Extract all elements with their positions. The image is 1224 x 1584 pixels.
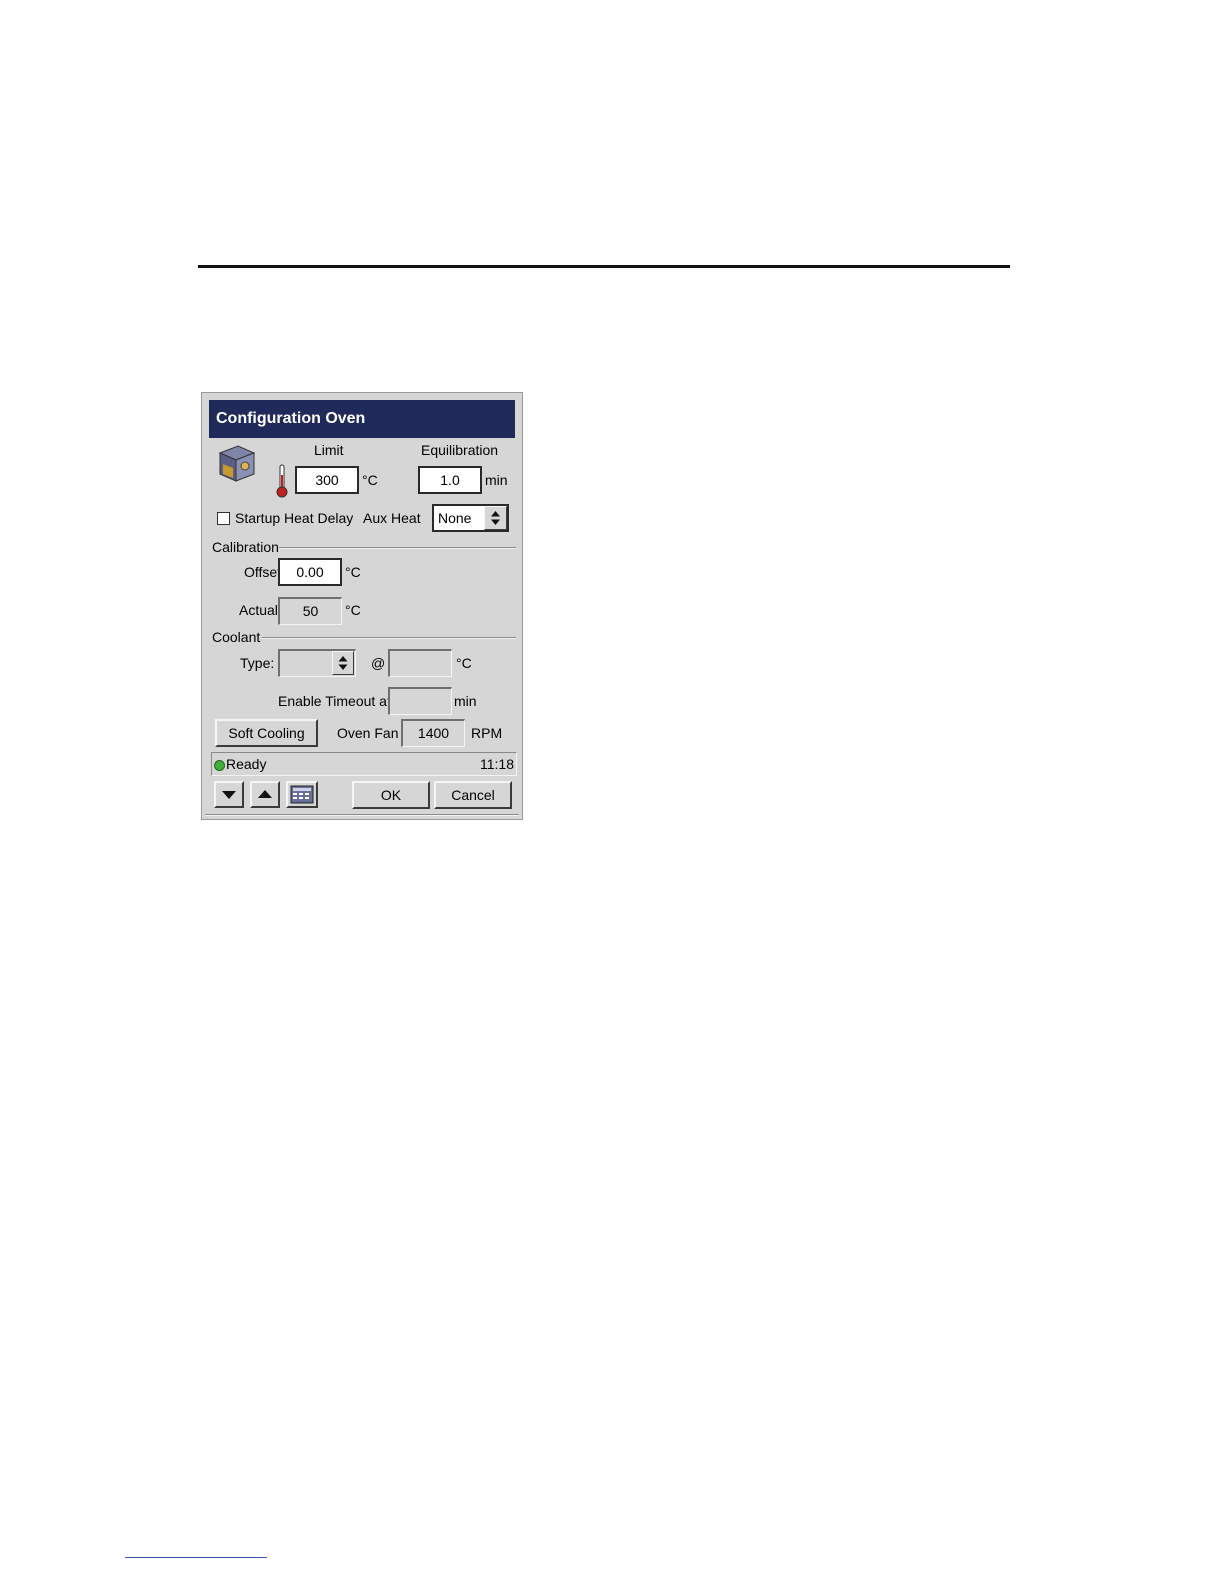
keypad-icon — [290, 785, 314, 804]
coolant-temp-input[interactable] — [388, 649, 452, 677]
ok-button[interactable]: OK — [352, 781, 430, 809]
status-bar: Ready 11:18 — [211, 752, 517, 776]
thermometer-icon — [276, 464, 288, 498]
keypad-button[interactable] — [286, 781, 318, 808]
oven-fan-unit: RPM — [471, 725, 503, 741]
equilibration-label: Equilibration — [421, 442, 499, 458]
scroll-down-button[interactable] — [214, 781, 244, 808]
dialog-title: Configuration Oven — [209, 400, 515, 438]
offset-value: 0.00 — [296, 564, 324, 580]
arrow-up-icon — [258, 790, 272, 798]
oven-icon — [218, 445, 256, 482]
aux-heat-label: Aux Heat — [363, 510, 421, 526]
taskbar-edge — [205, 814, 519, 816]
calibration-header: Calibration — [212, 539, 279, 555]
enable-timeout-label: Enable Timeout at — [278, 693, 391, 709]
coolant-type-label: Type: — [240, 655, 275, 671]
offset-unit: °C — [345, 564, 361, 580]
status-time: 11:18 — [480, 756, 514, 772]
coolant-at-label: @ — [371, 655, 386, 671]
soft-cooling-button[interactable]: Soft Cooling — [215, 719, 318, 747]
status-indicator-icon — [214, 760, 225, 771]
coolant-temp-unit: °C — [456, 655, 472, 671]
limit-label: Limit — [314, 442, 344, 458]
calibration-divider — [279, 547, 516, 549]
coolant-divider — [262, 637, 516, 639]
limit-unit: °C — [362, 472, 378, 488]
soft-cooling-label: Soft Cooling — [228, 725, 305, 741]
aux-heat-value: None — [438, 510, 472, 526]
up-down-arrows-icon — [491, 511, 500, 525]
offset-label: Offset — [244, 564, 282, 580]
startup-heat-delay-checkbox[interactable] — [217, 512, 230, 525]
scroll-up-button[interactable] — [250, 781, 280, 808]
actual-value: 50 — [302, 603, 319, 619]
status-text: Ready — [226, 756, 267, 772]
oven-fan-label: Oven Fan — [337, 725, 399, 741]
actual-readout: 50 — [278, 597, 342, 625]
cancel-label: Cancel — [451, 787, 495, 803]
equilibration-unit: min — [485, 472, 508, 488]
offset-input[interactable]: 0.00 — [278, 558, 342, 586]
timeout-unit: min — [454, 693, 477, 709]
equilibration-input[interactable]: 1.0 — [418, 466, 482, 494]
ok-label: OK — [380, 787, 402, 803]
coolant-header: Coolant — [212, 629, 261, 645]
page-rule-bottom — [125, 1557, 267, 1558]
actual-unit: °C — [345, 602, 361, 618]
up-down-arrows-icon — [338, 656, 348, 670]
timeout-input[interactable] — [388, 687, 452, 715]
oven-fan-value: 1400 — [417, 725, 450, 741]
coolant-type-spinner[interactable] — [332, 651, 354, 675]
oven-fan-readout: 1400 — [401, 719, 465, 747]
page-rule-top — [198, 265, 1010, 268]
cancel-button[interactable]: Cancel — [434, 781, 512, 809]
equilibration-value: 1.0 — [440, 472, 460, 488]
limit-value: 300 — [315, 472, 339, 488]
configuration-oven-dialog: Configuration Oven Limit 300 °C Equilibr… — [201, 392, 523, 820]
startup-heat-delay-label: Startup Heat Delay — [235, 510, 354, 526]
limit-input[interactable]: 300 — [295, 466, 359, 494]
aux-heat-spinner[interactable] — [484, 506, 507, 530]
arrow-down-icon — [222, 791, 236, 799]
actual-label: Actual — [239, 602, 278, 618]
